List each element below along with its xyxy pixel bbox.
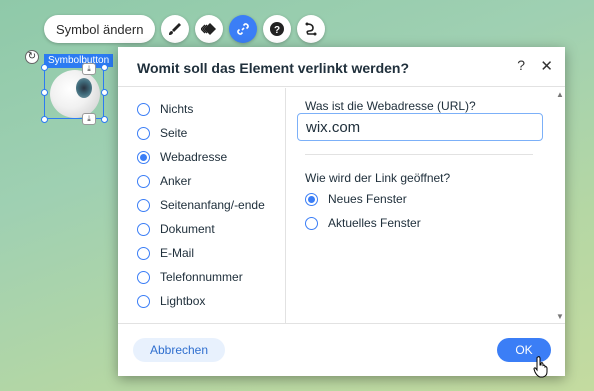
link-type-label: Telefonnummer — [160, 270, 243, 284]
link-type-lightbox[interactable]: Lightbox — [137, 294, 205, 308]
scroll-up-icon[interactable]: ▲ — [556, 90, 564, 99]
scroll-down-icon[interactable]: ▼ — [556, 312, 564, 321]
resize-handle-left[interactable] — [41, 89, 48, 96]
link-button[interactable] — [229, 15, 258, 43]
link-type-webadresse[interactable]: Webadresse — [137, 150, 227, 164]
link-type-label: Nichts — [160, 102, 194, 116]
url-input[interactable] — [297, 113, 543, 141]
download-top-icon[interactable]: ⤓ — [82, 63, 96, 75]
divider — [305, 154, 533, 155]
cancel-button[interactable]: Abbrechen — [133, 338, 225, 362]
link-type-label: Seitenanfang/-ende — [160, 198, 265, 212]
radio-nichts[interactable] — [137, 102, 150, 116]
radio-current-window[interactable] — [305, 216, 318, 230]
radio-lightbox[interactable] — [137, 294, 150, 308]
svg-text:?: ? — [274, 25, 280, 36]
change-symbol-button[interactable]: Symbol ändern — [44, 15, 156, 43]
radio-seitenanfang[interactable] — [137, 198, 150, 212]
link-type-email[interactable]: E-Mail — [137, 246, 194, 260]
link-type-dokument[interactable]: Dokument — [137, 222, 215, 236]
dialog-footer: Abbrechen OK — [118, 323, 565, 376]
link-type-label: Lightbox — [160, 294, 206, 308]
link-dialog: Womit soll das Element verlinkt werden? … — [118, 47, 565, 376]
link-type-list: Nichts Seite Webadresse Anker Seitenanfa… — [118, 88, 286, 323]
link-type-seitenanfang[interactable]: Seitenanfang/-ende — [137, 198, 265, 212]
resize-handle-top-right[interactable] — [101, 64, 108, 71]
animation-button[interactable] — [195, 15, 224, 43]
url-label: Was ist die Webadresse (URL)? — [305, 99, 476, 113]
link-icon — [237, 23, 250, 35]
link-type-label: Dokument — [160, 222, 215, 236]
resize-handle-top-left[interactable] — [41, 64, 48, 71]
selection-box[interactable] — [44, 67, 104, 119]
radio-anker[interactable] — [137, 174, 150, 188]
link-type-label: Seite — [160, 126, 188, 140]
radio-dokument[interactable] — [137, 222, 150, 236]
radio-seite[interactable] — [137, 126, 150, 140]
radio-telefonnummer[interactable] — [137, 270, 150, 284]
link-type-nichts[interactable]: Nichts — [137, 102, 193, 116]
dialog-header: Womit soll das Element verlinkt werden? … — [118, 47, 565, 87]
help-button[interactable]: ? — [263, 15, 292, 43]
resize-handle-bottom-left[interactable] — [41, 116, 48, 123]
brush-icon — [169, 23, 182, 35]
close-icon[interactable]: ✕ — [540, 57, 553, 75]
link-type-seite[interactable]: Seite — [137, 126, 187, 140]
element-toolbar: Symbol ändern ? — [44, 15, 326, 43]
link-settings-panel: Was ist die Webadresse (URL)? Wie wird d… — [286, 88, 565, 323]
open-new-window[interactable]: Neues Fenster — [305, 192, 407, 206]
radio-email[interactable] — [137, 246, 150, 260]
rotate-handle-icon[interactable]: ↻ — [25, 50, 39, 64]
open-mode-label: Wie wird der Link geöffnet? — [305, 171, 451, 185]
resize-handle-right[interactable] — [101, 89, 108, 96]
design-button[interactable] — [161, 15, 190, 43]
radio-new-window[interactable] — [305, 192, 318, 206]
connect-button[interactable] — [297, 15, 326, 43]
hand-cursor-icon — [533, 356, 548, 378]
radio-webadresse[interactable] — [137, 150, 150, 164]
link-type-telefonnummer[interactable]: Telefonnummer — [137, 270, 243, 284]
connect-icon — [305, 22, 317, 36]
help-question-icon[interactable]: ? — [517, 57, 525, 73]
open-option-label: Aktuelles Fenster — [328, 216, 421, 230]
resize-handle-bottom-right[interactable] — [101, 116, 108, 123]
animation-icon — [201, 23, 217, 35]
download-bottom-icon[interactable]: ⤓ — [82, 113, 96, 125]
link-type-label: Anker — [160, 174, 192, 188]
link-type-label: E-Mail — [160, 246, 195, 260]
open-option-label: Neues Fenster — [328, 192, 407, 206]
help-icon: ? — [270, 22, 285, 36]
scrollbar[interactable]: ▲ ▼ — [555, 88, 565, 323]
dialog-title: Womit soll das Element verlinkt werden? — [137, 60, 410, 76]
link-type-label: Webadresse — [160, 150, 228, 164]
open-current-window[interactable]: Aktuelles Fenster — [305, 216, 421, 230]
link-type-anker[interactable]: Anker — [137, 174, 191, 188]
